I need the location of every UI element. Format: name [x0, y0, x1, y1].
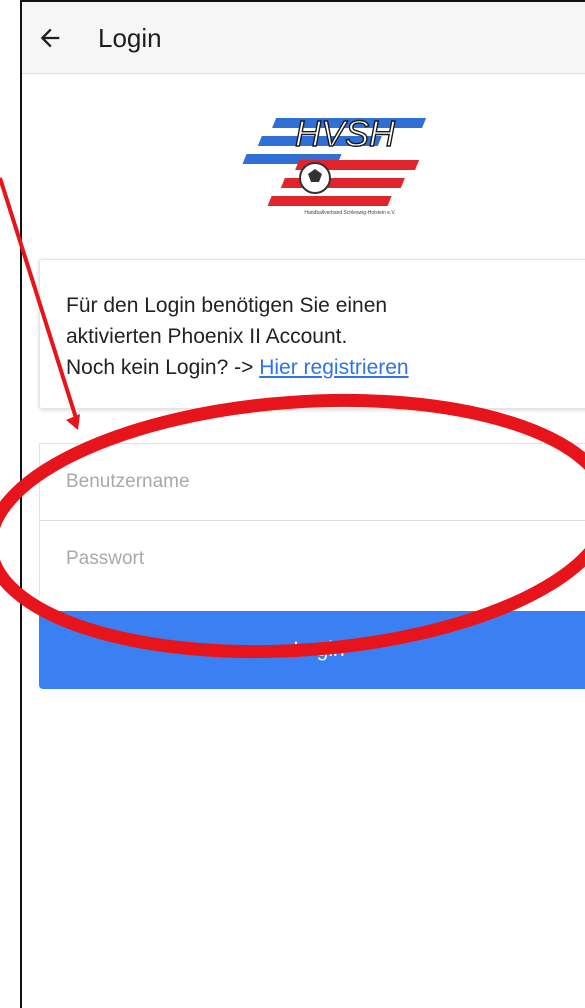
page-title: Login: [98, 23, 162, 53]
info-card: Für den Login benötigen Sie einen aktivi…: [39, 259, 585, 409]
login-button[interactable]: Login: [39, 611, 585, 689]
logo-subtitle: Handballverband Schleswig-Holstein e.V.: [304, 210, 395, 216]
info-line-1: Für den Login benötigen Sie einen: [66, 294, 388, 317]
logo-text: HVSH: [295, 113, 396, 154]
username-input[interactable]: [40, 444, 585, 520]
login-form: [39, 443, 585, 597]
info-line-3: Noch kein Login? -> Hier registrieren: [66, 352, 572, 383]
info-line-3-prefix: Noch kein Login? ->: [66, 356, 260, 379]
register-link[interactable]: Hier registrieren: [259, 356, 408, 379]
app-bar: Login: [22, 2, 585, 74]
phone-screen: Login HVSH Handballverband Schleswig-Hol…: [20, 0, 585, 1008]
hvsh-logo: HVSH Handballverband Schleswig-Holstein …: [242, 112, 427, 216]
back-button[interactable]: [30, 18, 70, 58]
password-input[interactable]: [40, 521, 585, 597]
arrow-left-icon: [40, 28, 60, 48]
info-line-2: aktivierten Phoenix II Account.: [66, 325, 348, 348]
